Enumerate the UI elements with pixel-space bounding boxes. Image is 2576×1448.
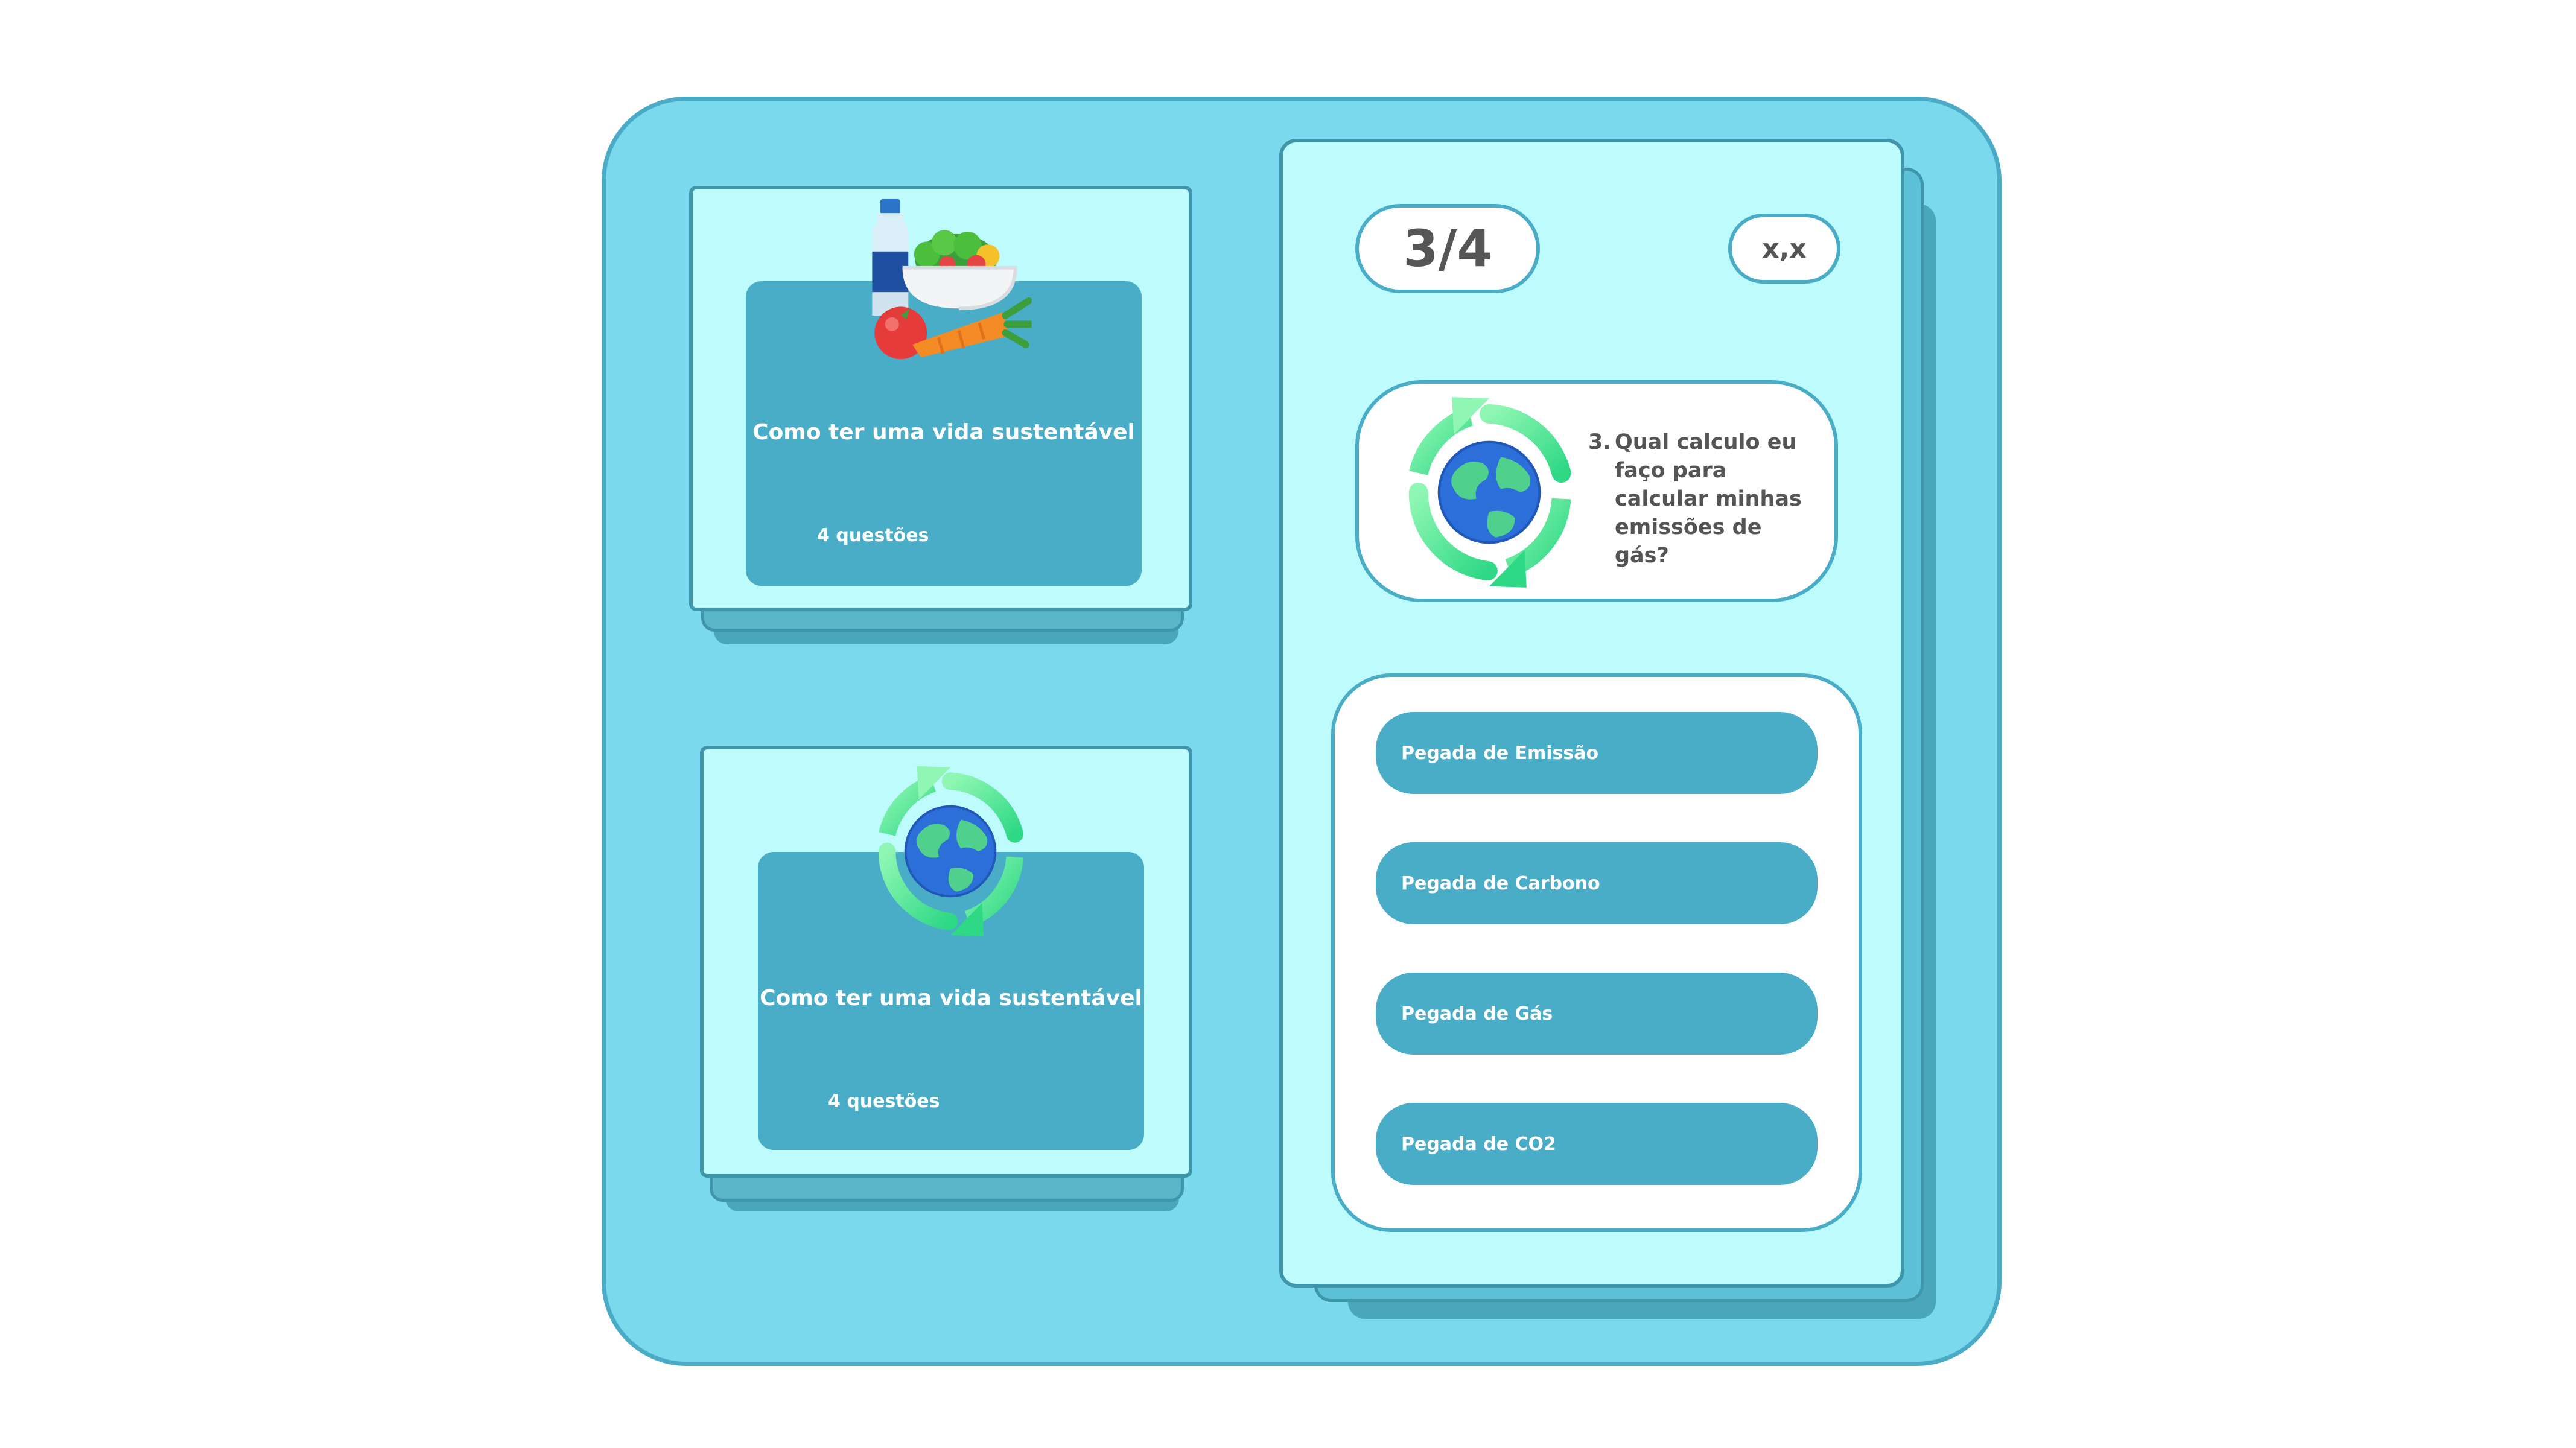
answer-option-2[interactable]: Pegada de Carbono bbox=[1376, 842, 1818, 924]
card-title: Como ter uma vida sustentável bbox=[752, 420, 1135, 445]
answer-option-1[interactable]: Pegada de Emissão bbox=[1376, 712, 1818, 794]
recycle-earth-icon bbox=[1393, 396, 1586, 589]
recycle-earth-icon bbox=[864, 765, 1037, 938]
score-badge: x,x bbox=[1728, 214, 1840, 284]
card-question-count: 4 questões bbox=[817, 525, 929, 546]
card-question-count: 4 questões bbox=[828, 1091, 940, 1112]
answer-option-3[interactable]: Pegada de Gás bbox=[1376, 973, 1818, 1055]
healthy-food-icon bbox=[857, 199, 1032, 362]
card-title: Como ter uma vida sustentável bbox=[760, 986, 1142, 1011]
progress-indicator: 3/4 bbox=[1355, 204, 1540, 293]
question-text: Qual calculo eu faço para calcular minha… bbox=[1615, 430, 1802, 568]
answer-option-4[interactable]: Pegada de CO2 bbox=[1376, 1103, 1818, 1185]
question-text-wrap: Qual calculo eu faço para calcular minha… bbox=[1615, 428, 1820, 570]
